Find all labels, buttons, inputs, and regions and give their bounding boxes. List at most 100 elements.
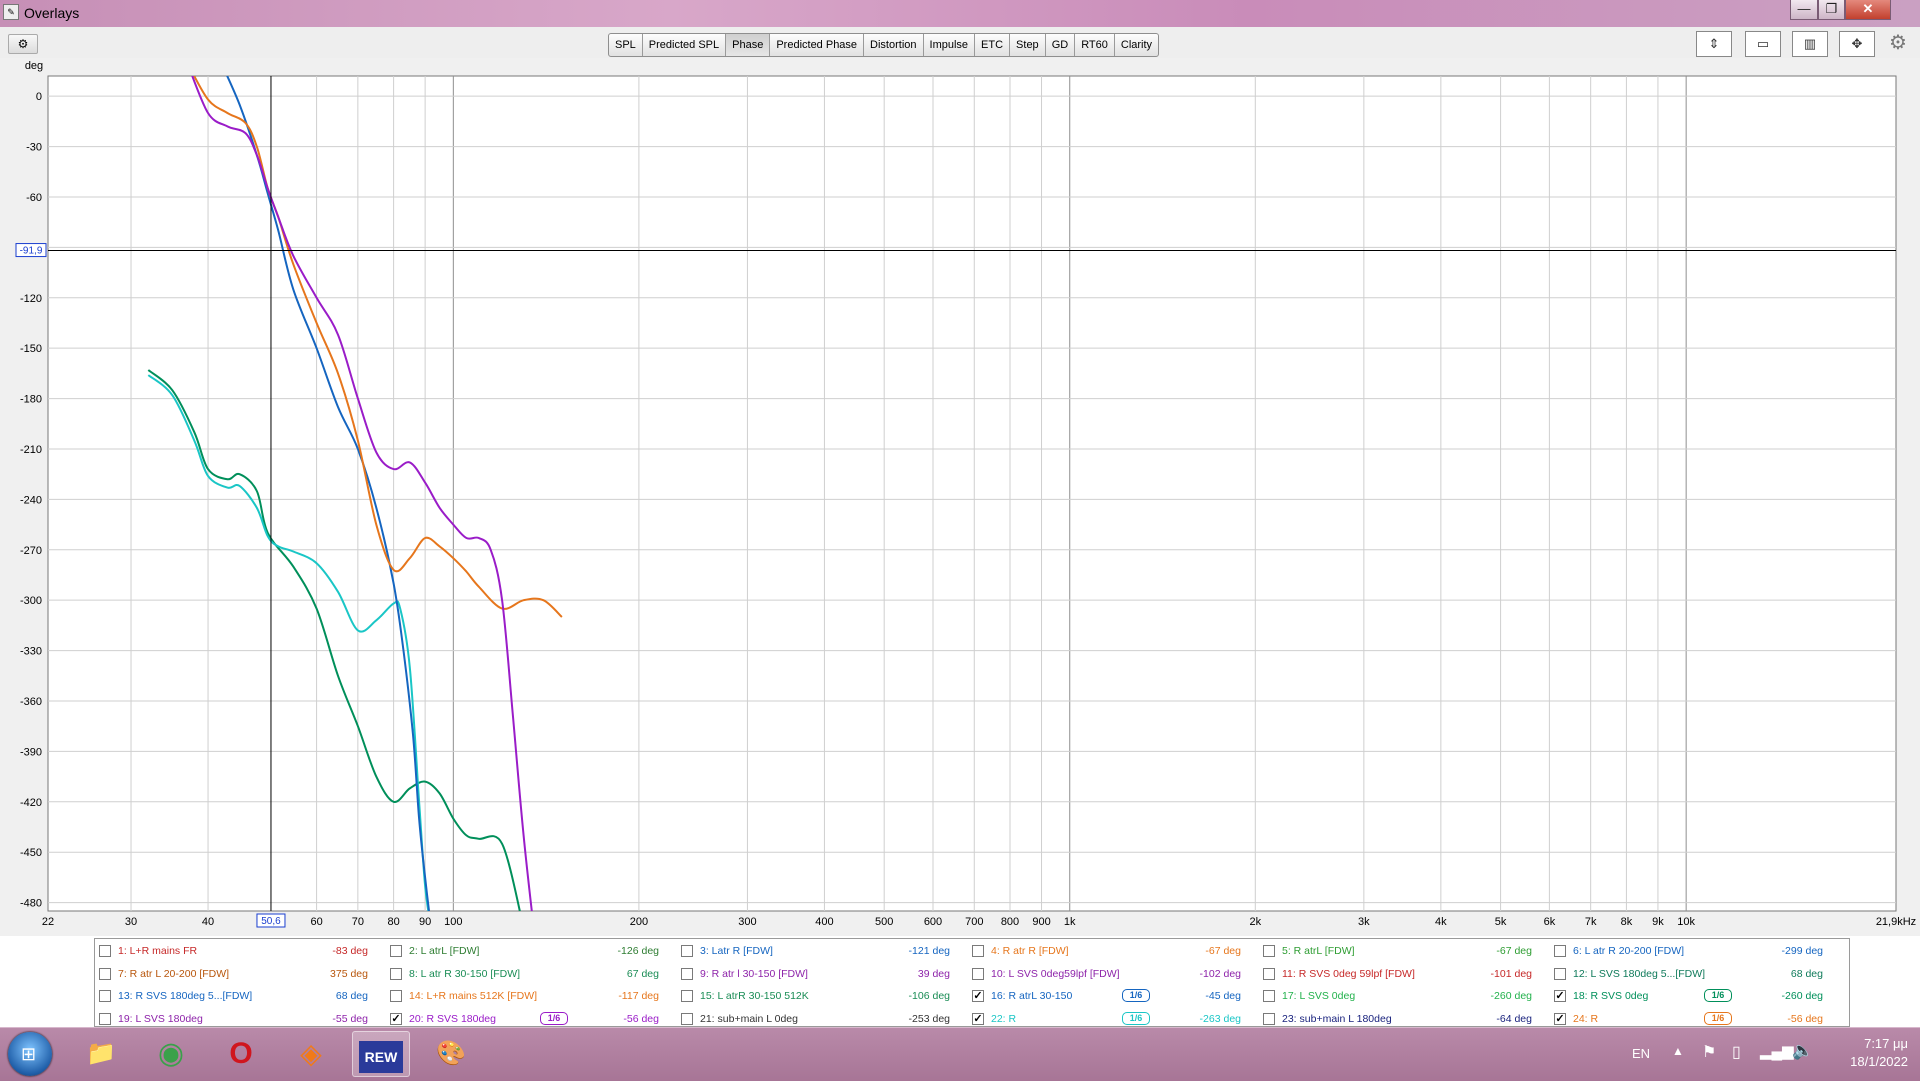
y-tick-label: -120 — [20, 293, 42, 305]
tab-spl[interactable]: SPL — [609, 34, 643, 56]
scale-vertical-icon[interactable]: ⇕ — [1696, 31, 1732, 57]
legend-item[interactable]: ✓ 16: R atrL 30-150 1/6 -45 deg — [972, 985, 1241, 1007]
language-indicator[interactable]: EN — [1632, 1046, 1650, 1061]
volume-icon[interactable]: 🔈 — [1792, 1041, 1813, 1061]
checkbox[interactable] — [390, 967, 402, 980]
checkbox[interactable] — [1263, 967, 1275, 980]
checkbox-checked[interactable]: ✓ — [1554, 990, 1566, 1002]
taskbar-app-glyph: O — [229, 1037, 253, 1070]
legend-value: 68 deg — [335, 990, 368, 1002]
smoothing-badge[interactable]: 1/6 — [1704, 989, 1732, 1002]
legend-item[interactable]: 5: R atrL [FDW] -67 deg — [1263, 940, 1532, 962]
legend-item[interactable]: 3: Latr R [FDW] -121 deg — [681, 940, 950, 962]
checkbox-checked[interactable]: ✓ — [972, 1012, 984, 1025]
start-button[interactable]: ⊞ — [8, 1032, 52, 1076]
checkbox[interactable] — [681, 967, 693, 980]
x-tick-label: 90 — [419, 916, 431, 928]
smoothing-badge[interactable]: 1/6 — [1122, 1011, 1150, 1025]
legend-item[interactable]: 12: L SVS 180deg 5...[FDW] 68 deg — [1554, 963, 1823, 985]
screen-capture-icon[interactable]: ▭ — [1745, 31, 1781, 57]
legend-item[interactable]: 14: L+R mains 512K [FDW] -117 deg — [390, 985, 659, 1007]
legend-label: 18: R SVS 0deg — [1573, 990, 1649, 1002]
battery-icon[interactable]: ▯ — [1732, 1042, 1741, 1062]
maximize-button[interactable]: ❐ — [1818, 0, 1845, 20]
taskbar: ⊞ 📁 ◉ O ◈ REW 🎨 EN ▲ ⚑ ▯ ▂▄▆ 🔈 7:17 μμ 18/1/2… — [0, 1027, 1920, 1081]
smoothing-badge[interactable]: 1/6 — [540, 1011, 568, 1025]
minimize-button[interactable]: — — [1790, 0, 1818, 20]
plot-background — [47, 75, 1897, 912]
smoothing-badge[interactable]: 1/6 — [1122, 989, 1150, 1002]
legend-item[interactable]: 10: L SVS 0deg59lpf [FDW] -102 deg — [972, 963, 1241, 985]
system-clock[interactable]: 7:17 μμ 18/1/2022 — [1850, 1035, 1908, 1071]
action-center-flag-icon[interactable]: ⚑ — [1702, 1042, 1716, 1062]
checkbox[interactable] — [390, 945, 402, 957]
checkbox[interactable] — [390, 990, 402, 1002]
measurement-legend: 1: L+R mains FR -83 deg 2: L atrL [FDW] -12… — [94, 938, 1850, 1027]
chrome-icon[interactable]: ◉ — [142, 1031, 200, 1077]
show-hidden-icons-icon[interactable]: ▲ — [1672, 1044, 1684, 1058]
tab-predicted-spl[interactable]: Predicted SPL — [643, 34, 727, 56]
checkbox[interactable] — [99, 990, 111, 1002]
checkbox[interactable] — [1554, 967, 1566, 980]
legend-item[interactable]: 4: R atr R [FDW] -67 deg — [972, 940, 1241, 962]
checkbox[interactable] — [681, 1012, 693, 1025]
legend-item[interactable]: 13: R SVS 180deg 5...[FDW] 68 deg — [99, 985, 368, 1007]
brave-icon[interactable]: ◈ — [282, 1031, 340, 1077]
legend-item[interactable]: 7: R atr L 20-200 [FDW] 375 deg — [99, 963, 368, 985]
checkbox[interactable] — [1263, 1012, 1275, 1025]
checkbox[interactable] — [972, 945, 984, 957]
checkbox-checked[interactable]: ✓ — [972, 990, 984, 1002]
pan-arrows-icon[interactable]: ✥ — [1839, 31, 1875, 57]
legend-item[interactable]: 1: L+R mains FR -83 deg — [99, 940, 368, 962]
tab-phase[interactable]: Phase — [726, 34, 771, 56]
grid-icon[interactable]: ▥ — [1792, 31, 1828, 57]
smoothing-badge[interactable]: 1/6 — [1704, 1011, 1732, 1025]
legend-label: 11: R SVS 0deg 59lpf [FDW] — [1282, 967, 1415, 980]
x-tick-label: 600 — [924, 916, 942, 928]
legend-item[interactable]: 17: L SVS 0deg -260 deg — [1263, 985, 1532, 1007]
phase-plot[interactable]: 22 30 40 60 70 80 90 100 200 300 400 500 600 700 800 90… — [0, 58, 1920, 936]
x-tick-label: 80 — [387, 916, 399, 928]
tab-step[interactable]: Step — [1010, 34, 1046, 56]
legend-value: -106 deg — [908, 990, 950, 1002]
y-tick-label: -480 — [20, 898, 42, 910]
checkbox[interactable] — [99, 945, 111, 957]
checkbox-checked[interactable]: ✓ — [1554, 1012, 1566, 1025]
phase-chart[interactable]: 22 30 40 60 70 80 90 100 200 300 400 500 600 700 800 90… — [0, 58, 1920, 936]
checkbox-checked[interactable]: ✓ — [390, 1012, 402, 1025]
settings-icon[interactable]: ⚙ — [8, 34, 38, 54]
legend-item[interactable]: 2: L atrL [FDW] -126 deg — [390, 940, 659, 962]
legend-item[interactable]: 6: L atr R 20-200 [FDW] -299 deg — [1554, 940, 1823, 962]
checkbox[interactable] — [1554, 945, 1566, 957]
tab-impulse[interactable]: Impulse — [924, 34, 976, 56]
x-tick-label: 500 — [875, 916, 893, 928]
explorer-icon[interactable]: 📁 — [72, 1031, 130, 1077]
opera-icon[interactable]: O — [212, 1031, 270, 1077]
checkbox[interactable] — [1263, 945, 1275, 957]
legend-item[interactable]: 8: L atr R 30-150 [FDW] 67 deg — [390, 963, 659, 985]
tab-clarity[interactable]: Clarity — [1115, 34, 1158, 56]
checkbox[interactable] — [1263, 990, 1275, 1002]
network-signal-icon[interactable]: ▂▄▆ — [1760, 1042, 1794, 1060]
tab-gd[interactable]: GD — [1046, 34, 1076, 56]
gear-icon[interactable]: ⚙ — [1886, 31, 1910, 57]
legend-value: 68 deg — [1790, 967, 1823, 980]
rew-icon[interactable]: REW — [352, 1031, 410, 1077]
tab-rt60[interactable]: RT60 — [1075, 34, 1115, 56]
tab-etc[interactable]: ETC — [975, 34, 1011, 56]
legend-item[interactable]: 11: R SVS 0deg 59lpf [FDW] -101 deg — [1263, 963, 1532, 985]
checkbox[interactable] — [972, 967, 984, 980]
tab-predicted-phase[interactable]: Predicted Phase — [770, 34, 865, 56]
tab-distortion[interactable]: Distortion — [864, 34, 924, 56]
legend-item[interactable]: 15: L atrR 30-150 512K -106 deg — [681, 985, 950, 1007]
clock-date: 18/1/2022 — [1850, 1054, 1908, 1069]
close-button[interactable]: ✕ — [1845, 0, 1891, 20]
legend-item[interactable]: ✓ 18: R SVS 0deg 1/6 -260 deg — [1554, 985, 1823, 1007]
x-tick-label: 30 — [125, 916, 137, 928]
checkbox[interactable] — [99, 1012, 111, 1025]
checkbox[interactable] — [681, 945, 693, 957]
checkbox[interactable] — [681, 990, 693, 1002]
paint-icon[interactable]: 🎨 — [422, 1031, 480, 1077]
checkbox[interactable] — [99, 967, 111, 980]
legend-item[interactable]: 9: R atr l 30-150 [FDW] 39 deg — [681, 963, 950, 985]
